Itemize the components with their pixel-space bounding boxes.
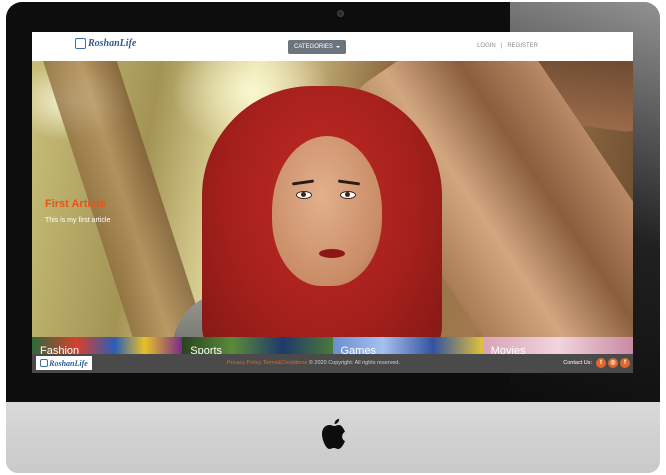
footer-logo[interactable]: RoshanLife [36, 356, 92, 370]
logo-mark-icon [40, 359, 49, 367]
screen: RoshanLife CATEGORIES LOGIN | REGISTER F… [32, 32, 633, 373]
navbar: RoshanLife CATEGORIES LOGIN | REGISTER [32, 32, 633, 62]
hero-image-brow [337, 179, 361, 186]
hero-image-lips [319, 249, 345, 258]
category-label: Fashion [40, 345, 80, 354]
facebook-icon[interactable]: f [620, 358, 630, 368]
hero-subtitle: This is my first article [45, 217, 111, 224]
category-strip: Fashion Sports Games Movies [32, 337, 633, 354]
hero-image-brow [291, 179, 315, 186]
categories-dropdown-button[interactable]: CATEGORIES [288, 40, 346, 54]
hero-image-eye [340, 191, 356, 199]
brand-logo[interactable]: RoshanLife [75, 38, 136, 49]
hero-carousel[interactable]: First Article This is my first article [32, 61, 633, 338]
apple-logo-icon [322, 418, 345, 449]
caret-down-icon [335, 46, 340, 48]
category-label: Games [340, 345, 376, 354]
footer-brand-text: RoshanLife [49, 358, 88, 368]
hero-title[interactable]: First Article [45, 198, 106, 210]
copyright-text: © 2020 Copyright: All rights reserved. [308, 360, 401, 366]
nav-separator: | [500, 43, 503, 49]
hero-image-face [272, 136, 382, 286]
brand-text: RoshanLife [88, 38, 137, 49]
footer: RoshanLife Privacy Policy Terms&Conditio… [32, 354, 633, 373]
category-movies[interactable]: Movies [482, 337, 633, 354]
category-games[interactable]: Games [332, 337, 483, 354]
category-sports[interactable]: Sports [182, 337, 333, 354]
auth-links: LOGIN | REGISTER [477, 43, 538, 49]
category-label: Movies [490, 345, 526, 354]
twitter-icon[interactable]: t [596, 358, 606, 368]
login-link[interactable]: LOGIN [477, 43, 496, 49]
category-fashion[interactable]: Fashion [32, 337, 183, 354]
terms-link[interactable]: Terms&Conditions [263, 360, 308, 366]
category-label: Sports [190, 345, 223, 354]
instagram-icon[interactable]: ◎ [608, 358, 618, 368]
privacy-policy-link[interactable]: Privacy Policy [227, 360, 261, 366]
logo-mark-icon [75, 38, 86, 49]
hero-image-eye [296, 191, 312, 199]
categories-label: CATEGORIES [294, 44, 333, 50]
camera-icon [337, 10, 344, 17]
contact-us: Contact Us: t ◎ f [563, 358, 630, 368]
contact-label: Contact Us: [563, 360, 592, 366]
register-link[interactable]: REGISTER [507, 43, 538, 49]
footer-legal: Privacy Policy Terms&Conditions © 2020 C… [227, 360, 400, 366]
